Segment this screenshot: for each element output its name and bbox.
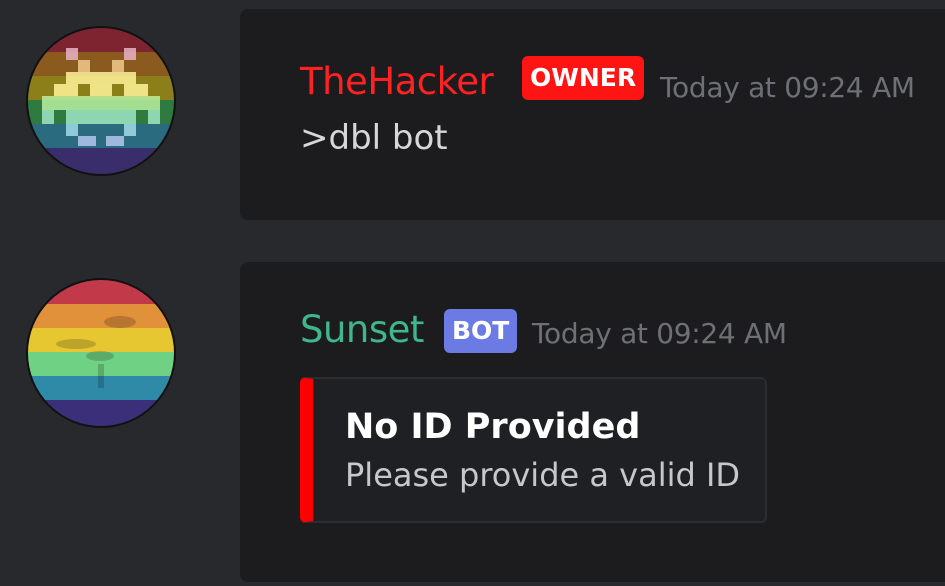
- username[interactable]: Sunset: [300, 308, 424, 352]
- embed-description: Please provide a valid ID: [345, 456, 741, 494]
- timestamp: Today at 09:24 AM: [532, 317, 787, 350]
- sunset-rainbow-avatar-icon[interactable]: [26, 278, 176, 428]
- owner-badge: OWNER: [522, 56, 645, 100]
- timestamp: Today at 09:24 AM: [660, 71, 915, 104]
- embed-title: No ID Provided: [345, 407, 641, 447]
- message-text: >dbl bot: [300, 118, 448, 158]
- message-container: [240, 9, 945, 220]
- pixel-alien-rainbow-avatar-icon[interactable]: [26, 26, 176, 176]
- username[interactable]: TheHacker: [300, 60, 494, 104]
- error-embed: No ID Provided Please provide a valid ID: [300, 377, 767, 523]
- bot-badge: BOT: [444, 309, 518, 353]
